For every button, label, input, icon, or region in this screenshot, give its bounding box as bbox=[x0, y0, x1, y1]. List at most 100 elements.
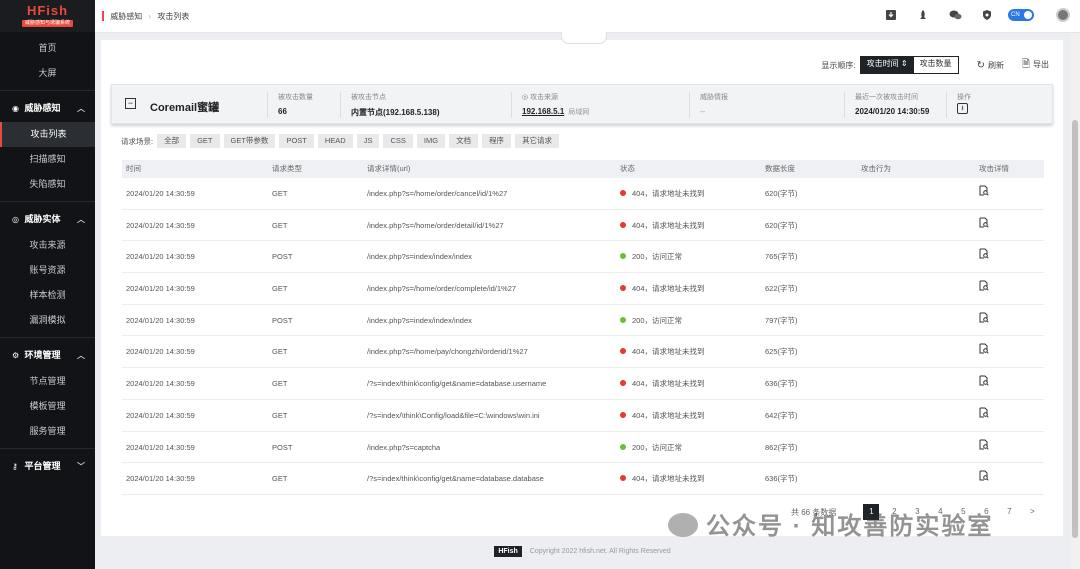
order-by-count-button[interactable]: 攻击数量 bbox=[913, 57, 958, 73]
filter-chip-all[interactable]: 全部 bbox=[157, 134, 187, 148]
sidebar-group-threat-entity[interactable]: ◎ 威胁实体 ︿ bbox=[0, 206, 95, 233]
document-search-icon[interactable] bbox=[979, 470, 989, 484]
cell-method: POST bbox=[272, 252, 293, 262]
attack-source-field: ◎ 攻击来源 192.168.5.1 局域网 bbox=[511, 92, 689, 118]
table-row[interactable]: 2024/01/20 14:30:59 POST/index.php?s=capt… bbox=[122, 432, 1044, 464]
filter-chip-css[interactable]: CSS bbox=[383, 134, 413, 148]
cell-time: 2024/01/20 14:30:59 bbox=[126, 347, 195, 357]
sidebar-item-attack-source[interactable]: 攻击来源 bbox=[0, 233, 95, 258]
language-toggle[interactable]: CN bbox=[1008, 9, 1034, 21]
cell-length: 620(字节) bbox=[765, 189, 798, 198]
document-search-icon[interactable] bbox=[979, 343, 989, 357]
sidebar-item-vuln-simulation[interactable]: 漏洞模拟 bbox=[0, 308, 95, 333]
sidebar-item-sample-detection[interactable]: 样本检测 bbox=[0, 283, 95, 308]
filter-chip-head[interactable]: HEAD bbox=[317, 134, 353, 148]
table-header: 时间 请求类型 请求详情(url) 状态 数据长度 攻击行为 攻击详情 bbox=[122, 160, 1044, 178]
order-by-time-button[interactable]: 攻击时间 ⇕ bbox=[860, 57, 914, 73]
cell-status: 200，访问正常 bbox=[620, 432, 765, 463]
table-row[interactable]: 2024/01/20 14:30:59 GET/index.php?s=/home… bbox=[122, 336, 1044, 369]
page-button[interactable]: 7 bbox=[1001, 504, 1017, 520]
sidebar-item-home[interactable]: 首页 bbox=[0, 36, 95, 61]
filter-chip-post[interactable]: POST bbox=[279, 134, 314, 148]
export-button[interactable]: 🗎 导出 bbox=[1022, 57, 1049, 74]
cell-detail bbox=[979, 273, 1044, 304]
cell-url: /index.php?s=/home/order/complete/id/1%2… bbox=[367, 284, 517, 294]
filter-chip-js[interactable]: JS bbox=[356, 134, 380, 148]
table-row[interactable]: 2024/01/20 14:30:59 GET /?s=index/think\co… bbox=[122, 368, 1044, 400]
sidebar-item-service-management[interactable]: 服务管理 bbox=[0, 419, 95, 444]
document-search-icon[interactable] bbox=[979, 407, 989, 421]
next-page-button[interactable]: > bbox=[1024, 504, 1040, 520]
table-row[interactable]: 2024/01/20 14:30:59 GET/index.php?s=/home… bbox=[122, 210, 1044, 242]
sidebar-group-label: 平台管理 bbox=[24, 461, 61, 471]
download-icon[interactable]: ⭳ bbox=[957, 103, 968, 114]
avatar[interactable] bbox=[1056, 8, 1070, 22]
sidebar-item-scan-perception[interactable]: 扫描感知 bbox=[0, 147, 95, 172]
sidebar-group-env-management[interactable]: ⚙ 环境管理 ︿ bbox=[0, 342, 95, 369]
document-search-icon[interactable] bbox=[979, 439, 989, 453]
table-row[interactable]: 2024/01/20 14:30:59 GET/index.php?s=/home… bbox=[122, 273, 1044, 305]
cell-url: /?s=index/think\config/get&name=database… bbox=[367, 379, 547, 389]
document-search-icon[interactable] bbox=[979, 280, 989, 294]
filter-chip-program[interactable]: 程序 bbox=[482, 134, 512, 148]
sidebar-item-compromise-perception[interactable]: 失陷感知 bbox=[0, 172, 95, 197]
table-row[interactable]: 2024/01/20 14:30:59 POST/index.php?s=inde… bbox=[122, 241, 1044, 274]
cell-detail bbox=[979, 210, 1044, 241]
filter-chip-get-params[interactable]: GET带参数 bbox=[223, 134, 276, 148]
watermark: 公众号 · 知攻善防实验室 bbox=[668, 506, 993, 541]
sidebar-divider bbox=[0, 337, 95, 338]
cell-status: 404，请求地址未找到 bbox=[620, 463, 765, 494]
cell-detail bbox=[979, 400, 1044, 431]
attack-count-label: 被攻击数量 bbox=[278, 94, 313, 101]
refresh-label: 刷新 bbox=[987, 60, 1004, 70]
filter-label: 请求场景: bbox=[121, 136, 154, 146]
cell-behavior bbox=[861, 305, 979, 336]
status-error-dot-icon bbox=[620, 380, 626, 387]
table-row[interactable]: 2024/01/20 14:30:59 GET/index.php?s=/home… bbox=[122, 178, 1044, 210]
sidebar-item-template-management[interactable]: 模板管理 bbox=[0, 394, 95, 419]
request-scene-filter: 请求场景: 全部 GET GET带参数 POST HEAD JS CSS IMG… bbox=[121, 134, 563, 148]
globe-icon: ◎ bbox=[522, 94, 531, 101]
wechat-icon[interactable] bbox=[948, 8, 962, 22]
radar-icon: ◉ bbox=[12, 104, 19, 113]
column-header-url: 请求详情(url) bbox=[367, 164, 411, 173]
attack-source-ip-link[interactable]: 192.168.5.1 bbox=[522, 107, 564, 116]
rocket-icon[interactable] bbox=[916, 8, 930, 22]
document-search-icon[interactable] bbox=[979, 312, 989, 326]
status-text: 404，请求地址未找到 bbox=[632, 410, 705, 420]
table-row[interactable]: 2024/01/20 14:30:59 GET /?s=index/think\co… bbox=[122, 463, 1044, 495]
page-scrollbar-thumb[interactable] bbox=[1072, 120, 1078, 538]
column-header-method: 请求类型 bbox=[272, 164, 302, 173]
sidebar-item-bigscreen[interactable]: 大屏 bbox=[0, 61, 95, 86]
filter-chip-document[interactable]: 文档 bbox=[449, 134, 479, 148]
status-ok-dot-icon bbox=[620, 443, 626, 450]
logo[interactable]: HFish 威胁感知与诱骗系统 bbox=[0, 0, 95, 32]
download-icon[interactable] bbox=[884, 8, 898, 22]
shield-icon[interactable] bbox=[980, 8, 994, 22]
document-search-icon[interactable] bbox=[979, 375, 989, 389]
document-search-icon[interactable] bbox=[979, 248, 989, 262]
sidebar-item-attack-list[interactable]: 攻击列表 bbox=[0, 122, 95, 147]
sidebar-item-node-management[interactable]: 节点管理 bbox=[0, 369, 95, 394]
table-row[interactable]: 2024/01/20 14:30:59 POST/index.php?s=inde… bbox=[122, 305, 1044, 337]
filter-chip-get[interactable]: GET bbox=[190, 134, 220, 148]
document-search-icon[interactable] bbox=[979, 217, 989, 231]
footer-badge: HFish bbox=[494, 546, 522, 557]
sidebar-item-account-resource[interactable]: 账号资源 bbox=[0, 258, 95, 283]
cell-behavior bbox=[861, 241, 979, 272]
document-search-icon[interactable] bbox=[979, 185, 989, 199]
collapse-handle[interactable] bbox=[561, 32, 607, 44]
sidebar-group-platform-management[interactable]: ⚷ 平台管理 ﹀ bbox=[0, 453, 95, 480]
table-row[interactable]: 2024/01/20 14:30:59 GET /?s=index/\think\C… bbox=[122, 400, 1044, 432]
watermark-text: 公众号 · 知攻善防实验室 bbox=[706, 513, 994, 540]
filter-chip-other[interactable]: 其它请求 bbox=[515, 134, 560, 148]
breadcrumb-item[interactable]: 威胁感知 bbox=[110, 12, 142, 21]
cell-behavior bbox=[861, 273, 979, 304]
refresh-button[interactable]: ↻ 刷新 bbox=[977, 60, 1004, 71]
sidebar-group-threat-perception[interactable]: ◉ 威胁感知 ︿ bbox=[0, 95, 95, 122]
status-error-dot-icon bbox=[620, 190, 626, 196]
collapse-button[interactable]: − bbox=[125, 98, 136, 109]
cell-method: GET bbox=[272, 220, 288, 230]
cell-status: 200，访问正常 bbox=[620, 305, 765, 336]
filter-chip-img[interactable]: IMG bbox=[416, 134, 446, 148]
